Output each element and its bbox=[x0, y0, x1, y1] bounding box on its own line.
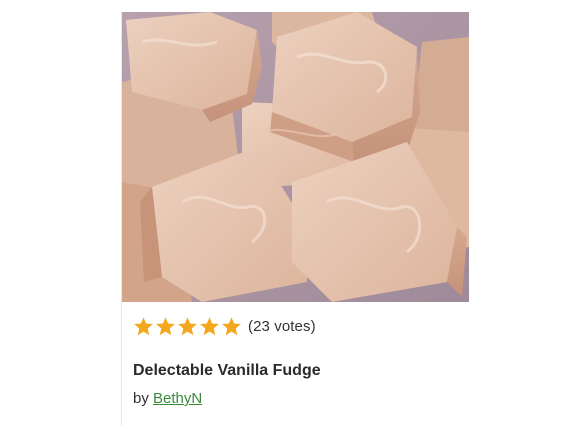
rating-row: (23 votes) bbox=[133, 314, 316, 338]
fudge-image bbox=[122, 12, 469, 302]
star-icon bbox=[134, 316, 153, 335]
star-icon bbox=[222, 316, 241, 335]
recipe-photo[interactable] bbox=[122, 12, 469, 302]
star-icon bbox=[200, 316, 219, 335]
author-link[interactable]: BethyN bbox=[153, 390, 202, 407]
star-rating[interactable] bbox=[133, 316, 242, 337]
recipe-title[interactable]: Delectable Vanilla Fudge bbox=[133, 362, 321, 380]
votes-count: (23 votes) bbox=[248, 317, 316, 335]
byline: by BethyN bbox=[133, 390, 202, 407]
byline-prefix: by bbox=[133, 390, 149, 407]
recipe-card: (23 votes) Delectable Vanilla Fudge by B… bbox=[121, 12, 469, 426]
star-icon bbox=[178, 316, 197, 335]
star-icon bbox=[156, 316, 175, 335]
